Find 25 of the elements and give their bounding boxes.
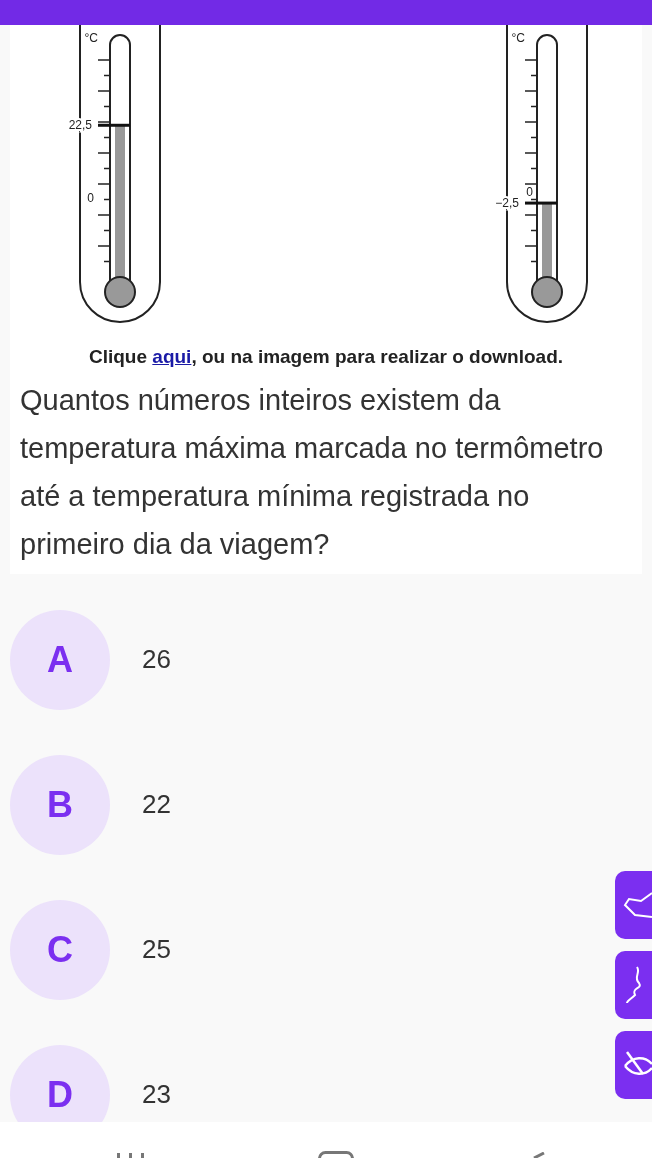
option-text: 22 [142, 788, 171, 821]
answer-option[interactable]: B 22 [10, 754, 171, 855]
option-text: 26 [142, 643, 171, 676]
download-link[interactable]: aqui [152, 346, 192, 367]
option-letter: C [10, 899, 110, 1000]
sign-language-button[interactable] [615, 870, 652, 939]
option-letter: B [10, 754, 110, 855]
audio-button[interactable] [615, 950, 652, 1019]
option-text: 25 [142, 933, 171, 966]
vision-button[interactable] [615, 1030, 652, 1099]
answer-option[interactable]: A 26 [10, 609, 171, 710]
question-text: Quantos números inteiros existem da temperatura máxima marcada no termômetro até a temperatura mínima registrada no primeiro dia da viagem? [19, 382, 605, 562]
download-caption: Clique aqui, ou na imagem para realizar o download. [87, 345, 565, 369]
unit-label: °C [511, 31, 525, 45]
option-letter: D [10, 1044, 110, 1122]
reading-marker [98, 123, 130, 127]
home-icon[interactable] [318, 1151, 354, 1158]
zero-label: 0 [87, 191, 94, 205]
option-text: 23 [142, 1078, 171, 1111]
answer-option[interactable]: C 25 [10, 899, 171, 1000]
reading-marker [525, 201, 557, 205]
unit-label: °C [84, 31, 98, 45]
recents-icon[interactable] [115, 1153, 147, 1158]
option-letter: A [10, 609, 110, 710]
zero-label: 0 [526, 185, 533, 199]
